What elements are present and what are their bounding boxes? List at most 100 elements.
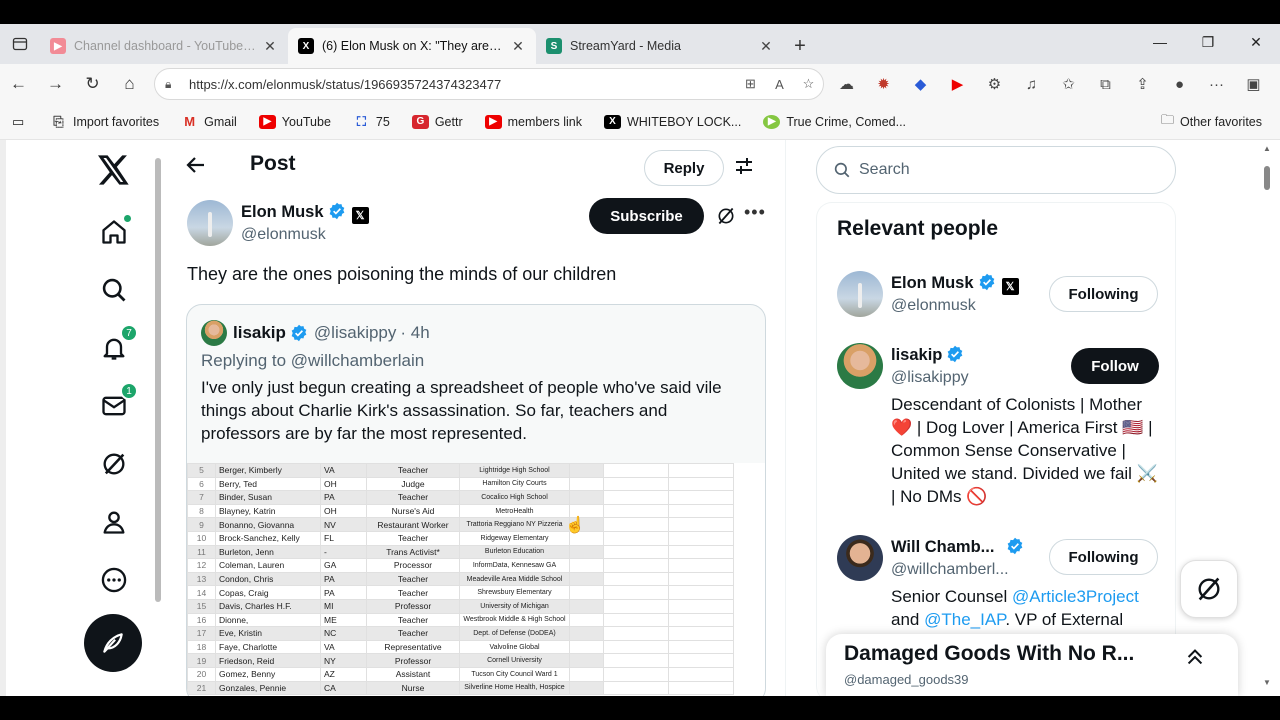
favorite-75[interactable]: ⛶ 75: [353, 114, 390, 129]
forward-icon[interactable]: →: [37, 68, 74, 100]
spreadsheet-cell: Representative: [366, 639, 460, 655]
quote-handle[interactable]: @lisakippy: [314, 323, 396, 343]
sliders-icon[interactable]: [734, 156, 754, 181]
bio-mention-link[interactable]: @Article3Project: [1012, 587, 1139, 606]
profile-avatar-icon[interactable]: ●: [1161, 76, 1198, 93]
favorite-star-icon[interactable]: ☆: [794, 76, 823, 92]
following-button[interactable]: Following: [1049, 276, 1158, 312]
scroll-up-icon[interactable]: ▲: [1263, 144, 1271, 153]
scrollbar-thumb[interactable]: [1264, 166, 1270, 190]
minimize-icon[interactable]: —: [1136, 24, 1184, 60]
favorite-import[interactable]: ⎘ Import favorites: [50, 114, 159, 129]
home-icon[interactable]: ⌂: [111, 68, 148, 100]
spreadsheet-empty-cell: [668, 571, 734, 587]
person-handle[interactable]: @lisakippy: [891, 369, 969, 387]
sidebar-icon[interactable]: ▣: [1235, 75, 1272, 93]
person-handle[interactable]: @willchamberl...: [891, 561, 1009, 579]
person-name[interactable]: Will Chamb...: [891, 537, 1024, 557]
app-available-icon[interactable]: ⊞: [736, 76, 765, 92]
follow-button[interactable]: Follow: [1071, 348, 1159, 384]
expand-chevron-icon[interactable]: [1184, 646, 1206, 673]
scroll-down-icon[interactable]: ▼: [1263, 678, 1271, 687]
restore-icon[interactable]: ❐: [1184, 24, 1232, 60]
messages-envelope-icon[interactable]: 1: [96, 382, 138, 424]
more-options-icon[interactable]: •••: [744, 202, 766, 223]
search-box[interactable]: [816, 146, 1176, 194]
person-name[interactable]: Elon Musk 𝕏: [891, 273, 1019, 295]
x-page: 7 1 Post Reply Elon Musk 𝕏 @elonmusk Sub…: [0, 140, 1280, 696]
compose-post-button[interactable]: [84, 614, 142, 672]
quoted-post[interactable]: lisakip @lisakippy · 4h Replying to @wil…: [186, 304, 766, 696]
reply-button[interactable]: Reply: [644, 150, 724, 186]
left-scrollbar[interactable]: [154, 144, 162, 688]
author-handle[interactable]: @elonmusk: [241, 226, 326, 244]
more-menu-icon[interactable]: ···: [1198, 76, 1235, 93]
extensions-icon[interactable]: ⚙: [976, 75, 1013, 93]
media-icon[interactable]: ♫: [1013, 76, 1050, 93]
spreadsheet-empty-cell: [569, 490, 604, 505]
new-tab-button[interactable]: +: [784, 28, 816, 64]
home-nav-icon[interactable]: [96, 214, 132, 250]
following-button[interactable]: Following: [1049, 539, 1158, 575]
person-handle[interactable]: @elonmusk: [891, 297, 976, 315]
favorite-gmail[interactable]: M Gmail: [181, 114, 237, 129]
back-icon[interactable]: ←: [0, 68, 37, 100]
x-logo-icon[interactable]: [96, 152, 132, 188]
verified-badge-icon: [1008, 537, 1023, 555]
spreadsheet-cell: Bonanno, Giovanna: [215, 517, 321, 532]
notifications-bell-icon[interactable]: 7: [96, 324, 138, 366]
favorite-whiteboy-lock[interactable]: X WHITEBOY LOCK...: [603, 114, 741, 129]
address-bar[interactable]: 🔒︎ https://x.com/elonmusk/status/1966935…: [154, 68, 824, 100]
refresh-icon[interactable]: ↻: [74, 68, 111, 100]
extension-icon-2[interactable]: ✹: [865, 75, 902, 93]
lisakip-avatar[interactable]: [837, 343, 883, 389]
spreadsheet-row: 9 Bonanno, Giovanna NV Restaurant Worker Tra…: [187, 517, 734, 532]
quote-author[interactable]: lisakip: [233, 323, 286, 343]
person-name[interactable]: lisakip: [891, 345, 964, 365]
close-icon[interactable]: ✕: [262, 38, 278, 55]
will-avatar[interactable]: [837, 535, 883, 581]
elon-avatar[interactable]: [187, 200, 233, 246]
search-input[interactable]: [859, 161, 1139, 179]
favorite-true-crime[interactable]: ▶ True Crime, Comed...: [763, 114, 906, 129]
grok-floating-button[interactable]: [1180, 560, 1238, 618]
right-scrollbar[interactable]: ▲ ▼: [1262, 144, 1272, 692]
lisakip-avatar[interactable]: [201, 320, 227, 346]
spreadsheet-cell: -: [320, 544, 367, 560]
window-close-icon[interactable]: ✕: [1232, 24, 1280, 60]
more-circle-icon[interactable]: [96, 562, 132, 598]
profile-person-icon[interactable]: [96, 504, 132, 540]
site-info-icon[interactable]: 🔒︎: [165, 77, 181, 92]
tab-streamyard[interactable]: S StreamYard - Media ✕: [536, 28, 784, 64]
extension-youtube-icon[interactable]: ▶: [939, 75, 976, 93]
messages-drawer[interactable]: Damaged Goods With No R... @damaged_good…: [826, 634, 1238, 696]
tab-actions-icon[interactable]: [0, 24, 40, 64]
favorites-bar-toggle-icon[interactable]: ▭: [12, 114, 32, 130]
scrollbar-thumb[interactable]: [155, 158, 161, 602]
extension-icon-3[interactable]: ◆: [902, 75, 939, 93]
extension-icon-1[interactable]: ☁: [828, 75, 865, 93]
tab-youtube-studio[interactable]: ▶ Channel dashboard - YouTube Studio ✕: [40, 28, 288, 64]
spreadsheet-empty-cell: [603, 517, 669, 532]
screenshot-icon[interactable]: ⧉: [1087, 76, 1124, 93]
close-icon[interactable]: ✕: [510, 38, 526, 55]
post-author[interactable]: Elon Musk 𝕏: [241, 202, 369, 224]
favorite-youtube[interactable]: ▶ YouTube: [258, 114, 331, 129]
read-aloud-icon[interactable]: A: [765, 77, 794, 92]
other-favorites[interactable]: 🗀 Other favorites: [1161, 104, 1262, 140]
close-icon[interactable]: ✕: [758, 38, 774, 55]
subscribe-button[interactable]: Subscribe: [589, 198, 704, 234]
favorite-gettr[interactable]: G Gettr: [411, 114, 463, 129]
share-icon[interactable]: ⇪: [1124, 75, 1161, 93]
bio-mention-link[interactable]: @The_IAP: [924, 610, 1005, 629]
x-affiliate-badge-icon: 𝕏: [351, 207, 369, 224]
elon-avatar[interactable]: [837, 271, 883, 317]
grok-icon[interactable]: [96, 446, 132, 482]
back-arrow-icon[interactable]: [186, 154, 206, 180]
favorites-icon[interactable]: ✩: [1050, 75, 1087, 93]
favorite-members-link[interactable]: ▶ members link: [484, 114, 582, 129]
tab-elon-post[interactable]: X (6) Elon Musk on X: "They are the ones…: [288, 28, 536, 64]
explore-search-icon[interactable]: [96, 272, 132, 308]
grok-explain-icon[interactable]: [716, 206, 736, 231]
spreadsheet-image[interactable]: 5 Berger, Kimberly VA Teacher Lightridge Hig…: [187, 463, 765, 696]
